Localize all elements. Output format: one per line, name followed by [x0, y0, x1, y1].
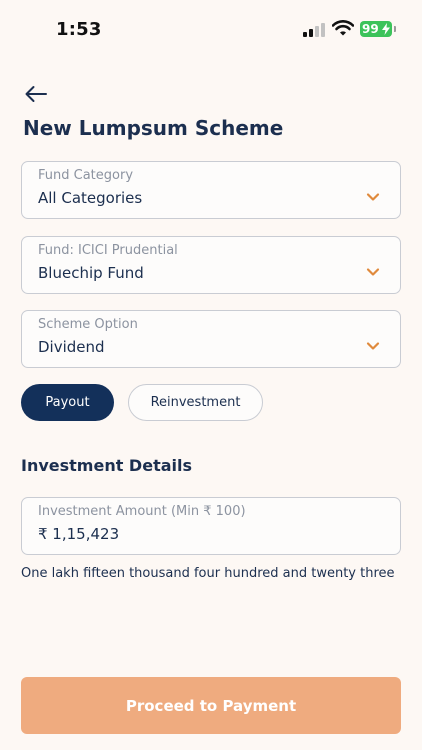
investment-details-heading: Investment Details	[21, 456, 192, 475]
scheme-option-label: Scheme Option	[38, 317, 138, 332]
investment-amount-input[interactable]: Investment Amount (Min ₹ 100) ₹ 1,15,423	[21, 497, 401, 555]
chevron-down-icon	[366, 342, 380, 350]
chevron-down-icon	[366, 193, 380, 201]
payout-option-button[interactable]: Payout	[21, 384, 114, 421]
scheme-option-select[interactable]: Scheme Option Dividend	[21, 310, 401, 368]
fund-value: Bluechip Fund	[38, 264, 144, 282]
amount-in-words: One lakh fifteen thousand four hundred a…	[21, 566, 395, 581]
investment-amount-value: ₹ 1,15,423	[38, 525, 120, 543]
fund-select[interactable]: Fund: ICICI Prudential Bluechip Fund	[21, 236, 401, 294]
investment-amount-label: Investment Amount (Min ₹ 100)	[38, 504, 246, 519]
chevron-down-icon	[366, 268, 380, 276]
battery-level: 99	[362, 22, 379, 36]
proceed-to-payment-button[interactable]: Proceed to Payment	[21, 677, 401, 734]
cellular-signal-icon	[303, 23, 325, 37]
fund-category-select[interactable]: Fund Category All Categories	[21, 161, 401, 219]
status-bar: 1:53 99	[0, 0, 422, 58]
reinvestment-option-button[interactable]: Reinvestment	[128, 384, 263, 421]
fund-category-value: All Categories	[38, 189, 143, 207]
charging-bolt-icon	[382, 23, 390, 35]
arrow-left-icon	[25, 86, 47, 102]
page-title: New Lumpsum Scheme	[23, 116, 284, 140]
fund-label: Fund: ICICI Prudential	[38, 243, 178, 258]
battery-cap	[394, 26, 396, 32]
status-time: 1:53	[56, 19, 102, 40]
battery-indicator: 99	[360, 21, 396, 37]
fund-category-label: Fund Category	[38, 168, 134, 183]
wifi-icon	[331, 20, 355, 36]
scheme-option-value: Dividend	[38, 338, 105, 356]
back-button[interactable]	[22, 82, 50, 106]
